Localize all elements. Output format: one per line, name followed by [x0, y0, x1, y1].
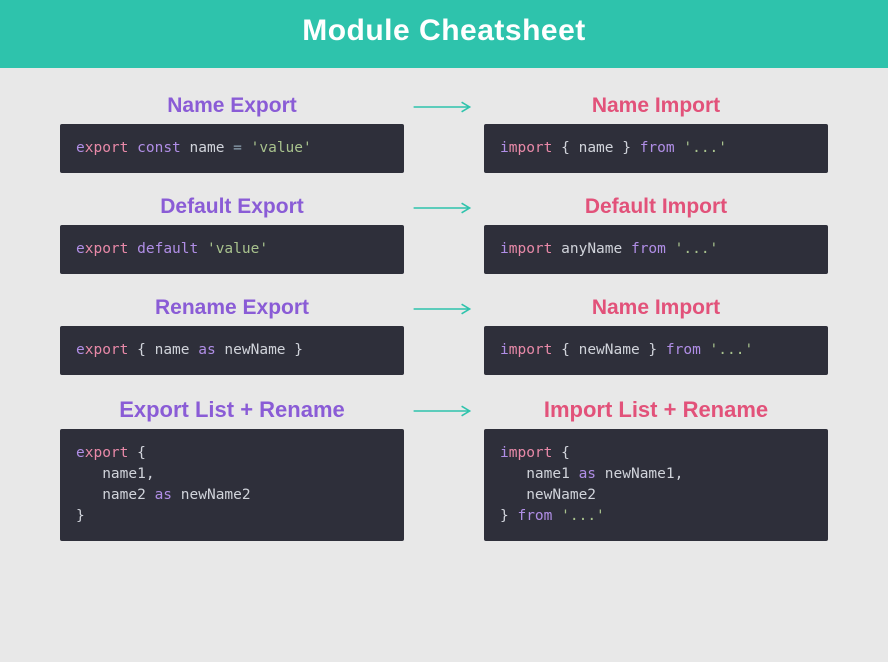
import-label: Default Import: [484, 191, 828, 225]
export-code: export { name as newName }: [60, 326, 404, 375]
section-labels-0: Name Export Name Import: [60, 90, 828, 124]
cheatsheet-grid: Name Export Name Import export const nam…: [0, 68, 888, 541]
import-code: import { name } from '...': [484, 124, 828, 173]
export-label: Export List + Rename: [60, 393, 404, 429]
import-code: import anyName from '...': [484, 225, 828, 274]
export-code: export { name1, name2 as newName2 }: [60, 429, 404, 541]
arrow-icon: [404, 201, 484, 215]
arrow-icon: [404, 302, 484, 316]
export-label: Default Export: [60, 191, 404, 225]
import-label: Name Import: [484, 90, 828, 124]
import-code: import { newName } from '...': [484, 326, 828, 375]
arrow-icon: [404, 100, 484, 114]
section-code-1: export default 'value' import anyName fr…: [60, 225, 828, 274]
section-code-0: export const name = 'value' import { nam…: [60, 124, 828, 173]
export-code: export default 'value': [60, 225, 404, 274]
page-title: Module Cheatsheet: [0, 0, 888, 68]
import-label: Name Import: [484, 292, 828, 326]
section-code-3: export { name1, name2 as newName2 } impo…: [60, 429, 828, 541]
export-label: Rename Export: [60, 292, 404, 326]
import-label: Import List + Rename: [484, 393, 828, 429]
section-code-2: export { name as newName } import { newN…: [60, 326, 828, 375]
arrow-icon: [404, 404, 484, 418]
import-code: import { name1 as newName1, newName2 } f…: [484, 429, 828, 541]
section-labels-3: Export List + Rename Import List + Renam…: [60, 393, 828, 429]
section-labels-1: Default Export Default Import: [60, 191, 828, 225]
section-labels-2: Rename Export Name Import: [60, 292, 828, 326]
export-code: export const name = 'value': [60, 124, 404, 173]
export-label: Name Export: [60, 90, 404, 124]
